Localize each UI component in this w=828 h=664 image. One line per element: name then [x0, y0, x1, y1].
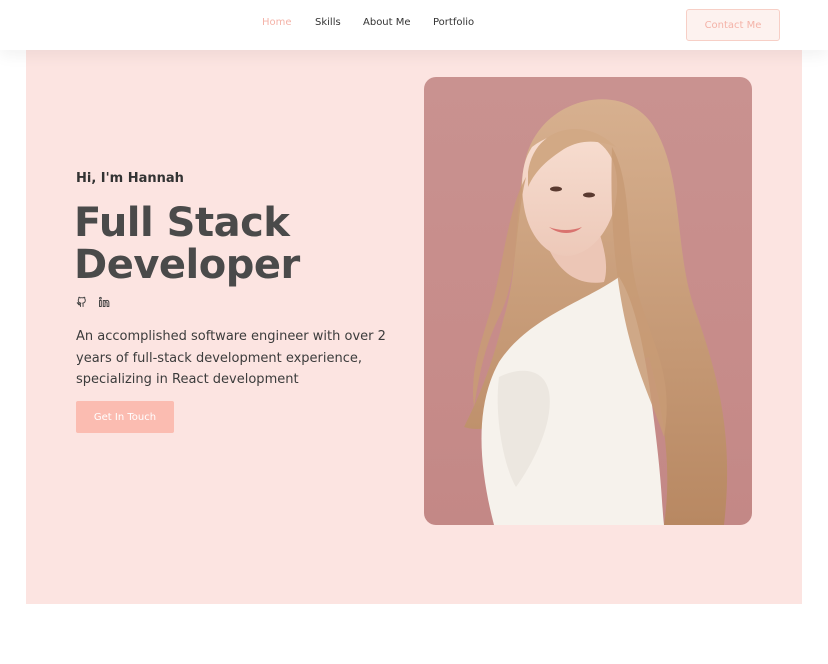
- contact-me-button[interactable]: Contact Me: [686, 9, 780, 41]
- nav-link-about-me[interactable]: About Me: [363, 17, 411, 28]
- headline-line-1: Full Stack: [74, 200, 290, 246]
- github-icon[interactable]: [76, 296, 88, 308]
- nav-link-portfolio[interactable]: Portfolio: [433, 17, 474, 28]
- get-in-touch-button[interactable]: Get In Touch: [76, 401, 174, 433]
- hero-section: Hi, I'm Hannah Full Stack Developer An a…: [26, 50, 802, 604]
- linkedin-icon[interactable]: [98, 296, 110, 308]
- social-links: [76, 296, 110, 308]
- bio-text: An accomplished software engineer with o…: [76, 329, 386, 387]
- page-title: Full Stack Developer: [74, 202, 404, 286]
- navbar: Home Skills About Me Portfolio Contact M…: [0, 0, 828, 50]
- profile-photo: [424, 77, 752, 525]
- nav-link-home[interactable]: Home: [262, 17, 292, 28]
- headline-line-2: Developer: [74, 242, 300, 288]
- nav-link-skills[interactable]: Skills: [315, 17, 341, 28]
- greeting: Hi, I'm Hannah: [76, 171, 184, 186]
- portrait-illustration: [464, 99, 728, 525]
